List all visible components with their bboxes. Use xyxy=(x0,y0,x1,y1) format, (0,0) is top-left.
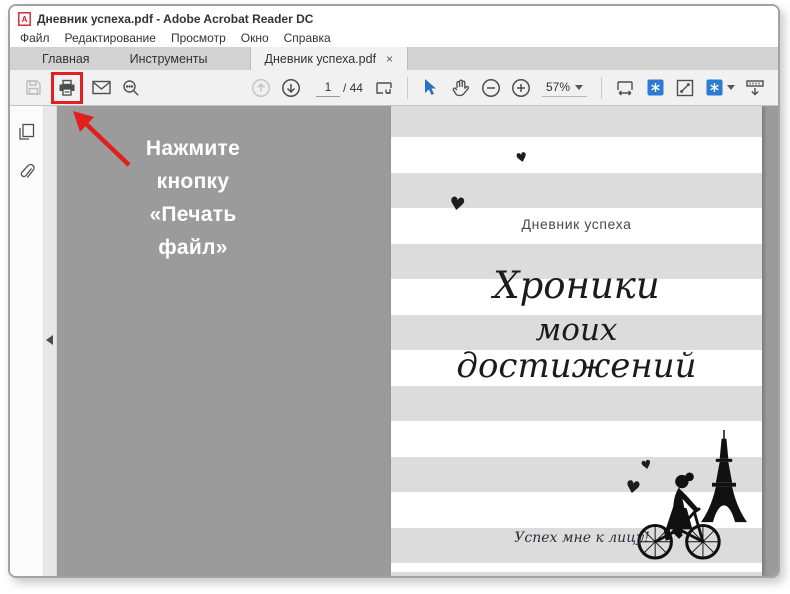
previous-page-icon[interactable] xyxy=(248,75,274,101)
page-caption: Успех мне к лицу! xyxy=(514,530,650,546)
zoom-level-value: 57% xyxy=(545,80,570,94)
girl-on-bicycle-silhouette xyxy=(637,472,721,560)
tab-tools-label: Инструменты xyxy=(129,51,208,66)
window-title: Дневник успеха.pdf - Adobe Acrobat Reade… xyxy=(37,11,314,26)
page-number-input[interactable] xyxy=(315,78,340,97)
collapse-toolbar-icon[interactable] xyxy=(742,75,768,101)
fit-width-icon[interactable] xyxy=(612,75,638,101)
select-cursor-icon[interactable] xyxy=(418,75,444,101)
hand-tool-icon[interactable] xyxy=(448,75,474,101)
title-bar: A Дневник успеха.pdf - Adobe Acrobat Rea… xyxy=(10,6,778,28)
document-viewport[interactable]: Нажмите кнопку «Печать файл» ♥ ♥ Дневник… xyxy=(57,106,778,576)
heart-icon: ♥ xyxy=(514,149,530,168)
collapse-pane-icon[interactable] xyxy=(46,335,53,345)
navigation-pane xyxy=(10,106,44,576)
tab-home-label: Главная xyxy=(42,51,90,66)
annotation-line: «Печать xyxy=(149,203,237,226)
tab-tools[interactable]: Инструменты xyxy=(110,47,228,70)
content-area: Нажмите кнопку «Печать файл» ♥ ♥ Дневник… xyxy=(10,106,778,576)
paperclip-icon[interactable] xyxy=(15,160,39,184)
page-tool-icon[interactable] xyxy=(642,75,668,101)
print-button-highlight xyxy=(51,71,83,104)
print-icon[interactable] xyxy=(54,75,80,101)
menu-help[interactable]: Справка xyxy=(284,31,331,45)
acrobat-window: A Дневник успеха.pdf - Adobe Acrobat Rea… xyxy=(8,4,780,578)
chevron-down-icon xyxy=(575,84,583,90)
page-heading: Дневник успеха xyxy=(521,216,632,232)
tab-home[interactable]: Главная xyxy=(22,47,110,70)
page-total-label: / 44 xyxy=(342,80,363,95)
toolbar-separator xyxy=(601,76,602,99)
zoom-level-dropdown[interactable]: 57% xyxy=(541,78,587,97)
adobe-pdf-icon: A xyxy=(18,11,31,26)
page-thumbnails-icon[interactable] xyxy=(15,120,39,144)
script-line: моих xyxy=(535,312,618,348)
menu-edit[interactable]: Редактирование xyxy=(65,31,156,45)
annotation-line: Нажмите xyxy=(145,137,241,160)
annotation-line: кнопку xyxy=(156,170,230,193)
pane-splitter[interactable] xyxy=(44,106,57,576)
tab-document[interactable]: Дневник успеха.pdf × xyxy=(249,47,409,70)
toolbar-separator xyxy=(406,76,408,99)
search-icon[interactable] xyxy=(118,75,144,101)
svg-text:A: A xyxy=(22,15,28,24)
fullscreen-icon[interactable] xyxy=(672,75,698,101)
menu-file[interactable]: Файл xyxy=(20,31,50,45)
page-tool-dropdown-icon[interactable] xyxy=(702,75,738,101)
annotation-line: файл» xyxy=(158,236,228,259)
next-page-icon[interactable] xyxy=(278,75,304,101)
menu-window[interactable]: Окно xyxy=(241,31,269,45)
heart-icon: ♥ xyxy=(447,192,467,217)
tab-document-label: Дневник успеха.pdf xyxy=(264,51,377,66)
zoom-out-icon[interactable] xyxy=(478,75,504,101)
zoom-in-icon[interactable] xyxy=(508,75,534,101)
annotation-callout: Нажмите кнопку «Печать файл» xyxy=(109,132,277,264)
email-icon[interactable] xyxy=(88,75,114,101)
main-toolbar: / 44 57% xyxy=(10,70,778,106)
menu-view[interactable]: Просмотр xyxy=(171,31,226,45)
pdf-page: ♥ ♥ Дневник успеха Хроники моих достижен… xyxy=(391,106,762,576)
menu-bar: Файл Редактирование Просмотр Окно Справк… xyxy=(10,28,778,47)
tab-bar: Главная Инструменты Дневник успеха.pdf × xyxy=(10,47,778,70)
tab-close-icon[interactable]: × xyxy=(386,53,393,65)
script-line: Хроники xyxy=(493,264,660,307)
page-scrolling-icon[interactable] xyxy=(371,75,397,101)
script-line: достижений xyxy=(456,346,697,386)
save-icon[interactable] xyxy=(20,75,46,101)
chevron-down-icon xyxy=(727,85,735,90)
